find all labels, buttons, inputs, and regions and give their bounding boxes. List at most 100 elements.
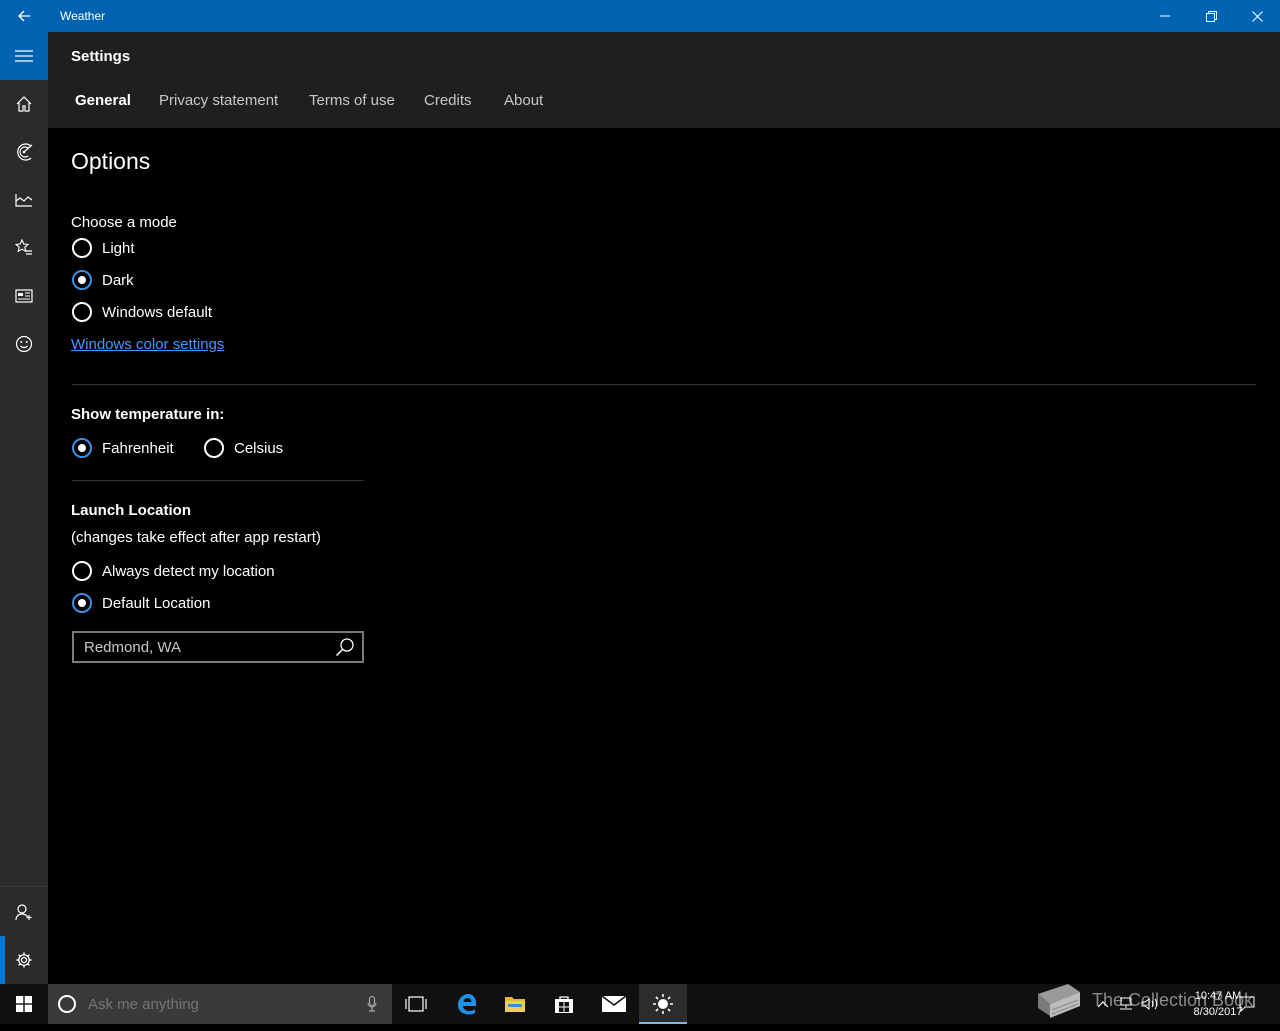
- default-location-input[interactable]: [84, 633, 324, 661]
- chevron-up-icon: [1097, 1001, 1109, 1008]
- windows-logo-icon: [16, 996, 32, 1012]
- section-divider: [72, 384, 1256, 385]
- nav-maps[interactable]: [0, 128, 48, 176]
- options-heading: Options: [71, 148, 151, 174]
- nav-news[interactable]: [0, 272, 48, 320]
- folder-icon: [505, 997, 525, 1012]
- book-logo-icon: [1030, 974, 1086, 1031]
- tab-terms-of-use[interactable]: Terms of use: [309, 92, 395, 109]
- restore-button[interactable]: [1188, 0, 1234, 32]
- close-button[interactable]: [1234, 0, 1280, 32]
- radio-circle: [72, 302, 92, 322]
- weather-app[interactable]: [639, 984, 687, 1024]
- radio-label: Windows default: [102, 303, 213, 321]
- taskbar: The Collection Book 10:47 AM 8/30/2017: [0, 984, 1280, 1024]
- window-title: Weather: [60, 9, 106, 23]
- nav-forecast-home[interactable]: [0, 80, 48, 128]
- home-icon: [16, 96, 32, 112]
- nav-historical-weather[interactable]: [0, 176, 48, 224]
- radio-circle-checked: [72, 270, 92, 290]
- tab-privacy-statement[interactable]: Privacy statement: [159, 92, 278, 109]
- action-center-button[interactable]: [1236, 984, 1258, 1024]
- mode-label: Choose a mode: [71, 214, 177, 231]
- temperature-label: Show temperature in:: [71, 406, 225, 423]
- minimize-icon: [1160, 15, 1170, 17]
- volume-icon: [1141, 998, 1157, 1010]
- settings-header: Settings General Privacy statement Terms…: [48, 32, 1280, 128]
- mode-dark-radio[interactable]: Dark: [72, 270, 134, 290]
- tab-credits[interactable]: Credits: [424, 92, 472, 109]
- edge-browser-icon: [458, 994, 476, 1015]
- chart-icon: [15, 194, 33, 207]
- show-hidden-icons-button[interactable]: [1094, 984, 1112, 1024]
- store-bag-icon: [555, 996, 573, 1013]
- microphone-button[interactable]: [362, 994, 382, 1014]
- account-icon: [15, 904, 32, 921]
- always-detect-location-radio[interactable]: Always detect my location: [72, 561, 275, 581]
- radio-circle-checked: [72, 438, 92, 458]
- windows-color-settings-link[interactable]: Windows color settings: [71, 336, 224, 353]
- nav-settings[interactable]: [0, 936, 48, 984]
- news-icon: [15, 289, 33, 303]
- radio-label: Default Location: [102, 594, 211, 612]
- sun-weather-icon: [653, 994, 673, 1014]
- network-icon: [1120, 997, 1132, 1010]
- start-button[interactable]: [0, 984, 48, 1024]
- smiley-feedback-icon: [15, 335, 33, 353]
- edge-app[interactable]: [443, 984, 491, 1024]
- cortana-ring-icon: [58, 995, 76, 1013]
- minimize-button[interactable]: [1142, 0, 1188, 32]
- tab-general[interactable]: General: [75, 92, 131, 109]
- back-button[interactable]: [0, 0, 48, 32]
- network-button[interactable]: [1116, 984, 1136, 1024]
- launch-location-label: Launch Location: [71, 502, 191, 519]
- rail-divider: [0, 886, 48, 887]
- search-icon: [335, 638, 354, 657]
- cortana-search-box: [48, 984, 392, 1024]
- back-arrow-icon: [18, 10, 30, 22]
- celsius-radio[interactable]: Celsius: [204, 438, 283, 458]
- radio-label: Fahrenheit: [102, 439, 174, 457]
- close-icon: [1251, 10, 1263, 22]
- mail-app[interactable]: [590, 984, 638, 1024]
- mode-light-radio[interactable]: Light: [72, 238, 135, 258]
- mail-envelope-icon: [602, 996, 626, 1012]
- radio-circle: [204, 438, 224, 458]
- page-title: Settings: [71, 48, 131, 65]
- tab-about[interactable]: About: [504, 92, 543, 109]
- hamburger-icon: [15, 50, 33, 62]
- store-app[interactable]: [540, 984, 588, 1024]
- search-button[interactable]: [328, 633, 362, 661]
- radio-label: Dark: [102, 271, 134, 289]
- mode-windows-default-radio[interactable]: Windows default: [72, 302, 212, 322]
- restore-icon: [1205, 10, 1217, 22]
- radio-circle: [72, 238, 92, 258]
- settings-content: Options Choose a mode Light Dark Windows…: [48, 128, 1280, 984]
- navigation-rail: [0, 32, 48, 984]
- microphone-icon: [367, 996, 377, 1012]
- fahrenheit-radio[interactable]: Fahrenheit: [72, 438, 174, 458]
- settings-gear-icon: [16, 952, 32, 968]
- default-location-radio[interactable]: Default Location: [72, 593, 210, 613]
- task-view-icon: [405, 996, 427, 1012]
- radio-circle-checked: [72, 593, 92, 613]
- hamburger-button[interactable]: [0, 32, 48, 80]
- default-location-search: [72, 631, 364, 663]
- radio-circle: [72, 561, 92, 581]
- nav-feedback[interactable]: [0, 320, 48, 368]
- cortana-search-input[interactable]: [88, 984, 348, 1024]
- volume-button[interactable]: [1140, 984, 1160, 1024]
- radar-icon: [17, 143, 33, 161]
- favorites-star-icon: [15, 239, 32, 255]
- file-explorer-app[interactable]: [491, 984, 539, 1024]
- title-bar: Weather: [0, 0, 1280, 32]
- radio-label: Celsius: [234, 439, 284, 457]
- nav-places[interactable]: [0, 224, 48, 272]
- radio-label: Light: [102, 239, 135, 257]
- launch-location-note: (changes take effect after app restart): [71, 529, 321, 546]
- notification-icon: [1239, 996, 1255, 1012]
- task-view-button[interactable]: [392, 984, 440, 1024]
- section-divider: [72, 480, 364, 481]
- nav-account[interactable]: [0, 888, 48, 936]
- radio-label: Always detect my location: [102, 562, 275, 580]
